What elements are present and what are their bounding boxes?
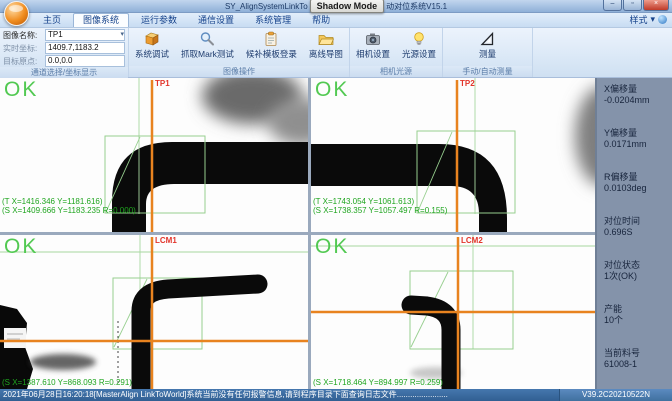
- window-controls: – ▫ ×: [603, 0, 669, 11]
- target-origin-label: 目标原点:: [3, 56, 45, 67]
- tab-image-system[interactable]: 图像系统: [73, 13, 129, 27]
- dropdown-arrow-icon: ▾: [120, 31, 124, 39]
- status-badge: OK: [315, 78, 349, 102]
- stat-r-offset: R偏移量0.0103deg: [604, 172, 672, 194]
- coord-readout: (T X=1743.054 Y=1061.613)(S X=1738.357 Y…: [313, 197, 447, 215]
- window-title-left: SY_AlignSystemLinkTo: [225, 2, 308, 11]
- channel-label: TP2: [460, 79, 475, 88]
- measure-button[interactable]: 测量: [473, 28, 502, 60]
- tab-help[interactable]: 帮助: [303, 14, 339, 27]
- camera-view-tp2[interactable]: OK TP2 (T X=1743.054 Y=1061.613)(S X=173…: [311, 78, 595, 232]
- stat-yield: 产能10个: [604, 304, 672, 326]
- channel-label: LCM1: [155, 236, 177, 245]
- channel-label: LCM2: [461, 236, 483, 245]
- shadow-mode-badge: Shadow Mode: [310, 0, 385, 13]
- style-menu-label: 样式: [629, 13, 647, 26]
- camera-settings-button[interactable]: 相机设置: [350, 28, 396, 60]
- ribbon-filler: [533, 28, 672, 77]
- image-name-row: 图像名称: TP1▾: [3, 29, 125, 41]
- group-channel-coords: 图像名称: TP1▾ 实时坐标: 1409.7,1183.2 目标原点: 0.0…: [0, 28, 129, 77]
- backup-template-login-button[interactable]: 候补模板登录: [240, 28, 303, 60]
- tab-home[interactable]: 主页: [34, 14, 70, 27]
- camera-icon: [365, 31, 381, 47]
- target-origin-row: 目标原点: 0.0,0.0: [3, 55, 125, 67]
- stat-align-status: 对位状态1次(OK): [604, 260, 672, 282]
- group-image-ops: 系统调试 抓取Mark测试 候补模板登录 离线导图 图像操作: [129, 28, 350, 77]
- setsquare-icon: [479, 31, 495, 47]
- camera-view-tp1[interactable]: OK TP1 (T X=1416.346 Y=1181.616)(S X=140…: [0, 78, 308, 232]
- ribbon-tab-row: 主页 图像系统 运行参数 通信设置 系统管理 帮助 样式 ▾: [0, 13, 672, 28]
- group-camera-light: 相机设置 光源设置 相机光源: [350, 28, 443, 77]
- panel-edge-silhouette: [311, 144, 507, 232]
- version-label: V39.2C20210522N: [559, 389, 672, 401]
- group-label-channel: 通道选择/坐标显示: [0, 67, 128, 78]
- channel-label: TP1: [155, 79, 170, 88]
- stat-align-time: 对位时间0.696S: [604, 216, 672, 238]
- camera-view-lcm2[interactable]: OK LCM2 (S X=1718.464 Y=894.997 R=0.259): [311, 235, 595, 389]
- image-name-label: 图像名称:: [3, 30, 45, 41]
- stat-x-offset: X偏移量-0.0204mm: [604, 84, 672, 106]
- group-label-camera-light: 相机光源: [350, 66, 442, 77]
- status-badge: OK: [315, 235, 349, 259]
- folder-icon: [318, 31, 334, 47]
- status-badge: OK: [4, 78, 38, 102]
- magnifier-icon: [199, 31, 215, 47]
- minimize-button[interactable]: –: [603, 0, 622, 11]
- camera-grid: OK TP1 (T X=1416.346 Y=1181.616)(S X=140…: [0, 78, 595, 389]
- tab-run-params[interactable]: 运行参数: [132, 14, 186, 27]
- camera-view-lcm1[interactable]: OK LCM1 (S X=1387.610 Y=868.093 R=0.291): [0, 235, 308, 389]
- target-origin-field: 0.0,0.0: [45, 55, 125, 67]
- coord-readout: (S X=1387.610 Y=868.093 R=0.291): [2, 378, 132, 387]
- main-area: OK TP1 (T X=1416.346 Y=1181.616)(S X=140…: [0, 78, 672, 389]
- bulb-icon: [411, 31, 427, 47]
- close-button[interactable]: ×: [643, 0, 669, 11]
- tab-communication[interactable]: 通信设置: [189, 14, 243, 27]
- maximize-button[interactable]: ▫: [623, 0, 642, 11]
- gray-blob: [575, 86, 595, 186]
- coord-readout: (S X=1718.464 Y=894.997 R=0.259): [313, 378, 443, 387]
- titlebar: SY_AlignSystemLinkTo Shadow Mode 动对位系统V1…: [0, 0, 672, 13]
- realtime-coord-field: 1409.7,1183.2: [45, 42, 125, 54]
- coord-readout: (T X=1416.346 Y=1181.616)(S X=1409.666 Y…: [2, 197, 136, 215]
- light-settings-button[interactable]: 光源设置: [396, 28, 442, 60]
- camera-image-lcm2: [311, 235, 595, 389]
- chevron-down-icon: ▾: [650, 14, 655, 25]
- group-label-image-ops: 图像操作: [129, 66, 349, 77]
- window-title-right: 动对位系统V15.1: [386, 1, 447, 12]
- realtime-coord-label: 实时坐标:: [3, 43, 45, 54]
- offline-map-button[interactable]: 离线导图: [303, 28, 349, 60]
- status-bar: 2021年06月28日16:20:18[MasterAlign LinkToWo…: [0, 389, 672, 401]
- panel-edge-silhouette: [141, 284, 258, 389]
- stat-part-number: 当前料号61008-1: [604, 348, 672, 370]
- style-menu[interactable]: 样式 ▾: [629, 13, 667, 26]
- panel-edge-silhouette: [112, 142, 308, 232]
- app-orb-icon[interactable]: [4, 1, 29, 26]
- image-name-select[interactable]: TP1▾: [45, 29, 125, 41]
- status-message: 2021年06月28日16:20:18[MasterAlign LinkToWo…: [0, 389, 559, 401]
- cube-icon: [144, 31, 160, 47]
- group-label-measure: 手动/自动测量: [443, 66, 532, 77]
- grab-mark-test-button[interactable]: 抓取Mark测试: [175, 28, 240, 60]
- status-badge: OK: [4, 235, 38, 259]
- group-measure: 测量 手动/自动测量: [443, 28, 533, 77]
- gray-smudge: [30, 354, 96, 370]
- tab-system-manage[interactable]: 系统管理: [246, 14, 300, 27]
- stat-y-offset: Y偏移量0.0171mm: [604, 128, 672, 150]
- stats-panel: X偏移量-0.0204mm Y偏移量0.0171mm R偏移量0.0103deg…: [595, 78, 672, 389]
- ribbon: 图像名称: TP1▾ 实时坐标: 1409.7,1183.2 目标原点: 0.0…: [0, 28, 672, 78]
- camera-image-lcm1: [0, 235, 308, 389]
- clipboard-icon: [263, 31, 279, 47]
- app-window: SY_AlignSystemLinkTo Shadow Mode 动对位系统V1…: [0, 0, 672, 401]
- realtime-coord-row: 实时坐标: 1409.7,1183.2: [3, 42, 125, 54]
- system-debug-button[interactable]: 系统调试: [129, 28, 175, 60]
- white-label-patch: [4, 328, 26, 348]
- style-globe-icon: [658, 15, 667, 24]
